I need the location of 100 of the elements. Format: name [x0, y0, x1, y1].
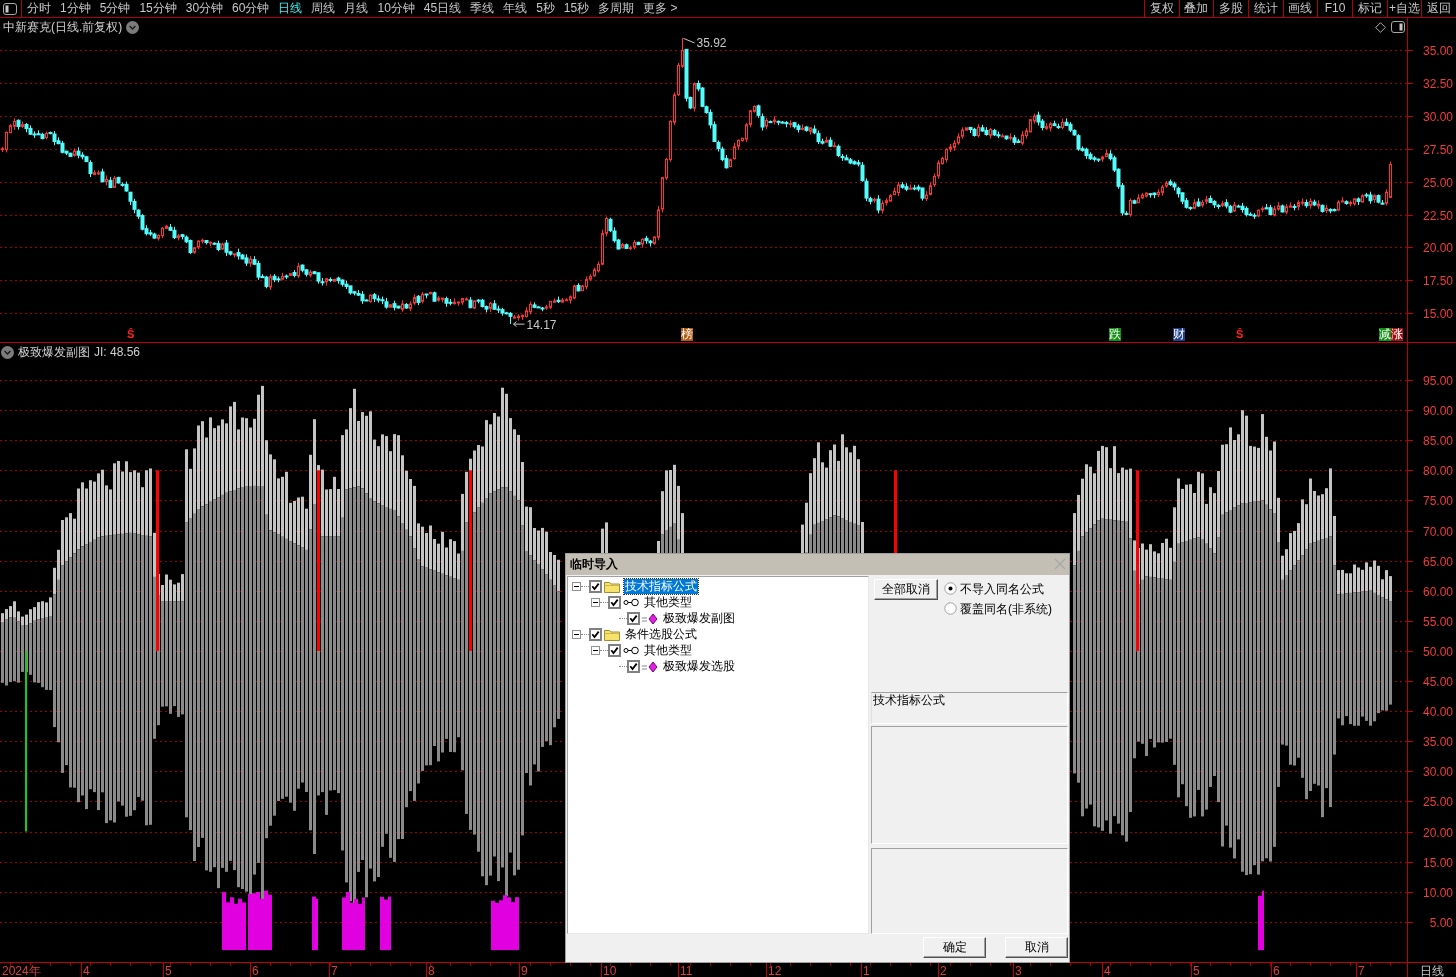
- chart-title: 中新赛克(日线.前复权): [3, 19, 123, 35]
- indicator-axis-label: 80.00: [1422, 463, 1453, 478]
- indicator-bars: [601, 522, 608, 553]
- toolbar-button[interactable]: 标记: [1351, 0, 1387, 17]
- event-marker: 榜: [681, 328, 693, 341]
- category-field: 技术指标公式: [871, 691, 1068, 724]
- date-axis-label: 1: [863, 964, 870, 977]
- price-axis-label: 25.00: [1422, 175, 1453, 190]
- leader-line: [683, 37, 695, 44]
- deselect-all-button[interactable]: 全部取消: [874, 578, 938, 600]
- checkbox[interactable]: [608, 596, 621, 610]
- price-axis-label: 32.50: [1422, 76, 1453, 91]
- indicator-axis-label: 95.00: [1422, 373, 1453, 388]
- expander-icon[interactable]: [591, 598, 600, 608]
- date-axis-label: 8: [428, 964, 435, 977]
- indicator-axis-label: 85.00: [1422, 433, 1453, 448]
- period-tab[interactable]: 多周期: [594, 0, 639, 17]
- indicator-axis-label: 35.00: [1422, 734, 1453, 749]
- period-tab[interactable]: 更多 >: [639, 0, 682, 17]
- toolbar-button[interactable]: F10: [1317, 0, 1352, 17]
- period-tab[interactable]: 5分钟: [95, 0, 135, 17]
- toolbar-button[interactable]: 复权: [1143, 0, 1179, 17]
- period-tab[interactable]: 年线: [499, 0, 532, 17]
- event-marker: 财: [1173, 328, 1185, 341]
- period-tab[interactable]: 日线: [274, 0, 307, 17]
- gem-icon: [642, 612, 658, 625]
- indicator-axis-label: 30.00: [1422, 764, 1453, 779]
- indicator-axis-label: 40.00: [1422, 704, 1453, 719]
- checkbox[interactable]: [589, 628, 602, 642]
- indicator-title: 极致爆发副图: [18, 344, 90, 360]
- indicator-axis-label: 45.00: [1422, 674, 1453, 689]
- panel-icon[interactable]: [1391, 21, 1405, 33]
- period-tab[interactable]: 月线: [340, 0, 373, 17]
- diamond-icon[interactable]: [1375, 22, 1386, 33]
- tree-item[interactable]: 极致爆发副图: [662, 611, 736, 627]
- checkbox[interactable]: [608, 644, 621, 658]
- folder-icon: [604, 580, 620, 594]
- key-icon: [623, 598, 639, 608]
- event-marker: 涨: [1391, 328, 1403, 341]
- expander-icon[interactable]: [591, 646, 600, 656]
- confirm-button[interactable]: 确定: [923, 936, 986, 958]
- indicator-axis-label: 25.00: [1422, 794, 1453, 809]
- period-tab[interactable]: 60分钟: [228, 0, 274, 17]
- period-tab[interactable]: 45日线: [419, 0, 466, 17]
- period-tab[interactable]: 10分钟: [373, 0, 419, 17]
- signal-bar: [312, 896, 318, 951]
- signal-bar: [380, 896, 391, 951]
- tree-item[interactable]: 其他类型: [643, 595, 693, 611]
- period-tab[interactable]: 30分钟: [181, 0, 228, 17]
- folder-icon: [604, 628, 620, 642]
- date-axis-label: 12: [768, 964, 782, 977]
- low-price-label: 14.17: [526, 317, 557, 332]
- toolbar-button[interactable]: 画线: [1282, 0, 1318, 17]
- indicator-axis-label: 15.00: [1422, 855, 1453, 870]
- tree-item[interactable]: 条件选股公式: [624, 627, 698, 643]
- period-tab[interactable]: 15分钟: [135, 0, 181, 17]
- date-axis-label: 7: [331, 964, 338, 977]
- checkbox[interactable]: [627, 612, 640, 626]
- period-tab[interactable]: 1分钟: [56, 0, 95, 17]
- event-marker: 跌: [1109, 328, 1121, 341]
- signal-bar: [222, 892, 246, 951]
- leader-arrow: [513, 321, 525, 328]
- date-axis-label: 6: [252, 964, 259, 977]
- panel-icon[interactable]: [3, 2, 17, 15]
- toolbar-button[interactable]: 统计: [1247, 0, 1283, 17]
- expander-icon[interactable]: [572, 582, 581, 592]
- dropdown-icon[interactable]: [1, 345, 14, 359]
- tree-item[interactable]: 极致爆发选股: [662, 659, 736, 675]
- cancel-button[interactable]: 取消: [1005, 936, 1068, 958]
- signal-bar: [342, 892, 365, 951]
- dialog-title: 临时导入: [570, 556, 618, 573]
- indicator-axis-label: 55.00: [1422, 614, 1453, 629]
- checkbox[interactable]: [627, 660, 640, 674]
- expander-icon[interactable]: [572, 630, 581, 640]
- indicator-axis-label: 90.00: [1422, 403, 1453, 418]
- period-tab[interactable]: 分时: [23, 0, 55, 17]
- period-tab[interactable]: 周线: [307, 0, 340, 17]
- period-tab[interactable]: 15秒: [559, 0, 594, 17]
- dropdown-icon[interactable]: [126, 20, 140, 34]
- radio-label: 覆盖同名(非系统): [960, 600, 1052, 617]
- period-tab[interactable]: 5秒: [532, 0, 559, 17]
- period-tab[interactable]: 季线: [466, 0, 499, 17]
- event-marker: Ŝ: [1236, 328, 1244, 341]
- toolbar-button[interactable]: +自选: [1386, 0, 1422, 17]
- radio-button[interactable]: [944, 582, 957, 596]
- toolbar-button[interactable]: 返回: [1421, 0, 1456, 17]
- price-axis-label: 20.00: [1422, 240, 1453, 255]
- tree-item[interactable]: 其他类型: [643, 643, 693, 659]
- radio-button[interactable]: [944, 602, 957, 616]
- tree-item[interactable]: 技术指标公式: [624, 579, 698, 595]
- toolbar-button[interactable]: 叠加: [1178, 0, 1214, 17]
- date-axis-label: 2: [940, 964, 947, 977]
- checkbox[interactable]: [589, 580, 602, 594]
- toolbar-button[interactable]: 多股: [1213, 0, 1248, 17]
- event-marker: Ŝ: [127, 328, 135, 341]
- indicator-axis-label: 10.00: [1422, 885, 1453, 900]
- price-axis-label: 15.00: [1422, 306, 1453, 321]
- price-axis-label: 17.50: [1422, 273, 1453, 288]
- date-axis-label: 10: [603, 964, 617, 977]
- price-axis-label: 27.50: [1422, 142, 1453, 157]
